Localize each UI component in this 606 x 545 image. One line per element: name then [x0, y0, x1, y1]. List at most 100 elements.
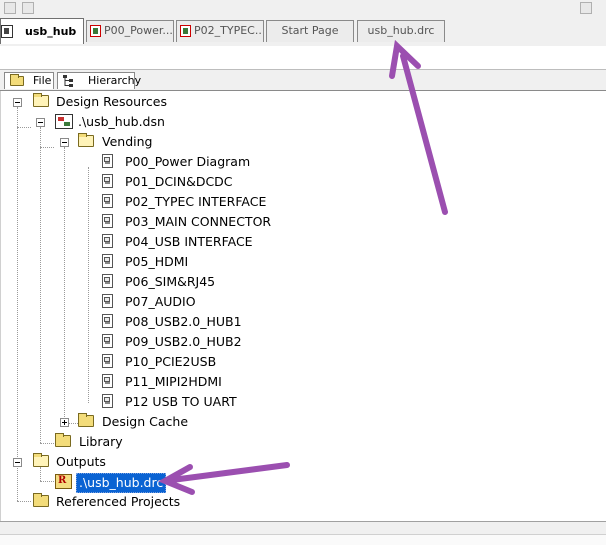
tree-guide: [17, 107, 18, 501]
tree-guide: [88, 167, 89, 403]
schematic-page-icon: [102, 334, 113, 348]
schematic-page-icon: [102, 214, 113, 228]
tree-item-page[interactable]: P02_TYPEC INTERFACE: [100, 193, 360, 211]
folder-icon: [78, 133, 94, 147]
document-area-strip: [0, 46, 606, 70]
tree-item-page[interactable]: P10_PCIE2USB: [100, 353, 360, 371]
tree-item-page[interactable]: P07_AUDIO: [100, 293, 360, 311]
tab-start-page[interactable]: Start Page: [266, 20, 354, 42]
schematic-page-icon: [102, 354, 113, 368]
schematic-page-icon: [102, 254, 113, 268]
tree-item-label: P11_MIPI2HDMI: [125, 374, 222, 389]
tree-item-label: P06_SIM&RJ45: [125, 274, 216, 289]
tree-item-page[interactable]: P03_MAIN CONNECTOR: [100, 213, 360, 231]
collapse-toggle[interactable]: [13, 98, 22, 107]
tree-item-label: Referenced Projects: [56, 494, 181, 509]
tab-usb-hub-drc[interactable]: usb_hub.drc: [357, 20, 445, 42]
tab-label: P00_Power...: [104, 24, 173, 37]
tree-item-referenced-projects[interactable]: Referenced Projects: [31, 493, 251, 511]
tab-label: usb_hub.drc: [367, 24, 435, 37]
tree-item-label: Library: [79, 434, 123, 449]
project-tree: Design Resources .\usb_hub.dsn Vending P…: [0, 91, 606, 521]
tree-item-label: P00_Power Diagram: [125, 154, 251, 169]
tab-p02-typec[interactable]: P02_TYPEC...: [176, 20, 264, 42]
toolbar-button[interactable]: [580, 2, 592, 14]
tree-item-label: P04_USB INTERFACE: [125, 234, 253, 249]
tree-item-page[interactable]: P09_USB2.0_HUB2: [100, 333, 360, 351]
tree-item-page[interactable]: P04_USB INTERFACE: [100, 233, 360, 251]
tree-item-label: P02_TYPEC INTERFACE: [125, 194, 267, 209]
toolbar-button[interactable]: [4, 2, 16, 14]
tree-item-drc[interactable]: R .\usb_hub.drc: [54, 473, 254, 493]
tab-label: P02_TYPEC...: [194, 24, 264, 37]
panel-bottom-bar: [0, 521, 606, 545]
folder-icon: [55, 433, 71, 447]
tab-label: usb_hub: [25, 25, 77, 38]
tree-guide: [40, 443, 54, 444]
collapse-toggle[interactable]: [36, 118, 45, 127]
tree-item-page[interactable]: P06_SIM&RJ45: [100, 273, 360, 291]
schematic-page-icon: [102, 194, 113, 208]
schematic-page-icon: [102, 234, 113, 248]
tree-item-page[interactable]: P08_USB2.0_HUB1: [100, 313, 360, 331]
tree-guide: [64, 147, 65, 423]
tab-usb-hub[interactable]: usb_hub: [0, 18, 84, 44]
tree-item-dsn[interactable]: .\usb_hub.dsn: [54, 113, 254, 131]
tree-item-vending[interactable]: Vending: [78, 133, 278, 151]
tree-guide: [40, 481, 54, 482]
tree-item-label: Design Cache: [102, 414, 189, 429]
hierarchy-icon: [63, 75, 75, 87]
horizontal-scrollbar[interactable]: [0, 534, 606, 545]
tab-hierarchy[interactable]: Hierarchy: [57, 72, 141, 89]
tree-item-outputs[interactable]: Outputs: [31, 453, 231, 471]
tree-item-label: P08_USB2.0_HUB1: [125, 314, 242, 329]
toolbar-button[interactable]: [22, 2, 34, 14]
schematic-page-icon: [102, 154, 113, 168]
tree-item-page[interactable]: P00_Power Diagram: [100, 153, 360, 171]
tree-item-page[interactable]: P12 USB TO UART: [100, 393, 360, 411]
folder-icon: [10, 74, 24, 86]
tree-item-design-cache[interactable]: Design Cache: [78, 413, 278, 431]
schematic-icon: [180, 25, 191, 37]
folder-icon: [33, 453, 49, 467]
folder-icon: [33, 493, 49, 507]
tree-item-library[interactable]: Library: [54, 433, 254, 451]
tree-item-label: .\usb_hub.dsn: [78, 114, 165, 129]
tree-item-page[interactable]: P11_MIPI2HDMI: [100, 373, 360, 391]
tree-guide: [40, 147, 54, 148]
tab-label: Start Page: [281, 24, 339, 37]
tree-item-label: P03_MAIN CONNECTOR: [125, 214, 272, 229]
tree-guide: [40, 127, 41, 443]
tree-item-label: P09_USB2.0_HUB2: [125, 334, 242, 349]
tree-item-label: Vending: [102, 134, 153, 149]
tree-item-design-resources[interactable]: Design Resources: [31, 93, 231, 111]
tree-guide: [17, 127, 31, 128]
tab-hierarchy-label: Hierarchy: [88, 74, 142, 87]
tree-item-label-selected: .\usb_hub.drc: [76, 473, 167, 493]
tree-item-label: P01_DCIN&DCDC: [125, 174, 233, 189]
schematic-page-icon: [102, 394, 113, 408]
tab-file[interactable]: File: [4, 72, 54, 89]
tree-item-label: P07_AUDIO: [125, 294, 196, 309]
tab-file-label: File: [33, 74, 52, 87]
schematic-page-icon: [102, 294, 113, 308]
tab-p00-power[interactable]: P00_Power...: [86, 20, 174, 42]
project-panel-tabs: File Hierarchy: [0, 70, 606, 91]
schematic-page-icon: [102, 314, 113, 328]
collapse-toggle[interactable]: [60, 138, 69, 147]
tree-item-page[interactable]: P05_HDMI: [100, 253, 360, 271]
top-toolbar-strip: [0, 0, 606, 17]
schematic-page-icon: [102, 274, 113, 288]
design-file-icon: [55, 114, 73, 129]
schematic-page-icon: [102, 174, 113, 188]
collapse-toggle[interactable]: [13, 458, 22, 467]
expand-toggle[interactable]: [60, 418, 69, 427]
tree-item-label: P05_HDMI: [125, 254, 189, 269]
tree-item-label: P10_PCIE2USB: [125, 354, 217, 369]
folder-icon: [78, 413, 94, 427]
schematic-icon: [90, 25, 101, 37]
tree-item-page[interactable]: P01_DCIN&DCDC: [100, 173, 360, 191]
document-tab-bar: usb_hub P00_Power... P02_TYPEC... Start …: [0, 16, 606, 47]
tree-item-label: Outputs: [56, 454, 106, 469]
report-file-icon: R: [55, 474, 72, 489]
